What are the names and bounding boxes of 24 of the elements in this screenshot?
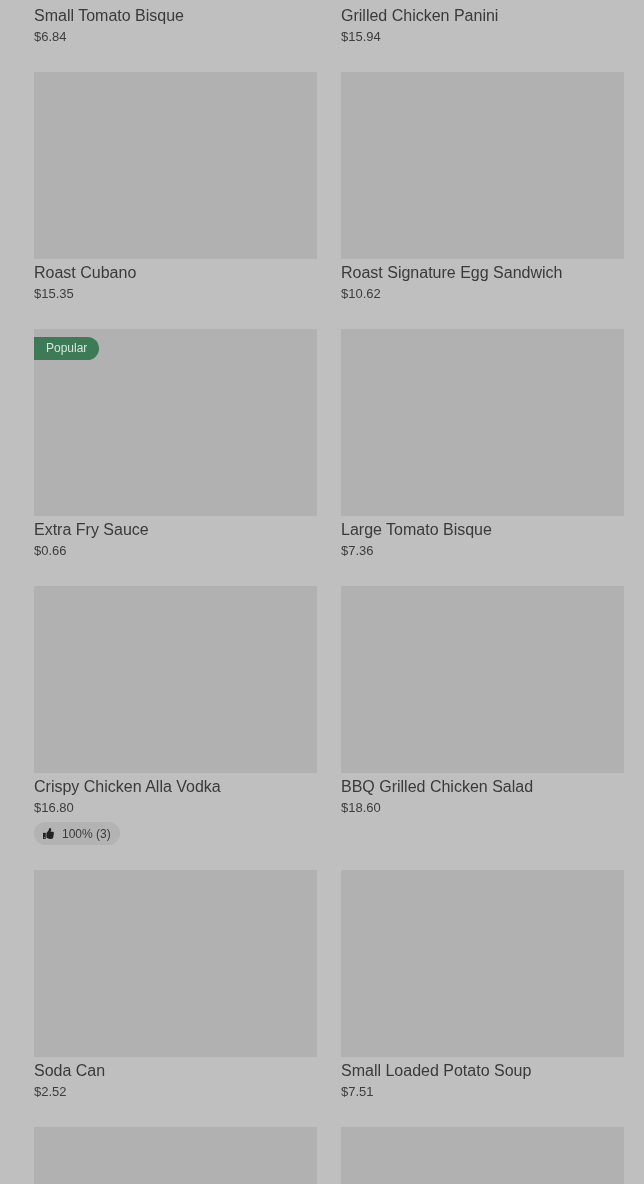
item-price: $10.62 xyxy=(341,285,381,303)
item-price: $15.35 xyxy=(34,285,74,303)
item-price: $18.60 xyxy=(341,799,381,817)
item-price: $15.94 xyxy=(341,28,381,46)
item-name[interactable]: Small Loaded Potato Soup xyxy=(341,1060,532,1082)
item-price: $7.51 xyxy=(341,1083,374,1101)
item-name[interactable]: Roast Cubano xyxy=(34,262,137,284)
item-price: $0.66 xyxy=(34,542,67,560)
image-placeholder[interactable]: Popular xyxy=(34,329,317,516)
item-name[interactable]: Small Tomato Bisque xyxy=(34,5,184,27)
item-name[interactable]: Grilled Chicken Panini xyxy=(341,5,499,27)
item-name[interactable]: Extra Fry Sauce xyxy=(34,519,149,541)
rating-text: 100% (3) xyxy=(62,826,111,841)
item-price: $7.36 xyxy=(341,542,374,560)
thumbs-up-icon xyxy=(43,828,54,839)
item-name[interactable]: Large Tomato Bisque xyxy=(341,519,492,541)
item-price: $16.80 xyxy=(34,799,74,817)
item-name[interactable]: Crispy Chicken Alla Vodka xyxy=(34,776,221,798)
item-price: $6.84 xyxy=(34,28,67,46)
popular-badge: Popular xyxy=(34,337,100,360)
item-name[interactable]: Roast Signature Egg Sandwich xyxy=(341,262,563,284)
item-name[interactable]: Soda Can xyxy=(34,1060,106,1082)
item-price: $2.52 xyxy=(34,1083,67,1101)
item-name[interactable]: BBQ Grilled Chicken Salad xyxy=(341,776,534,798)
